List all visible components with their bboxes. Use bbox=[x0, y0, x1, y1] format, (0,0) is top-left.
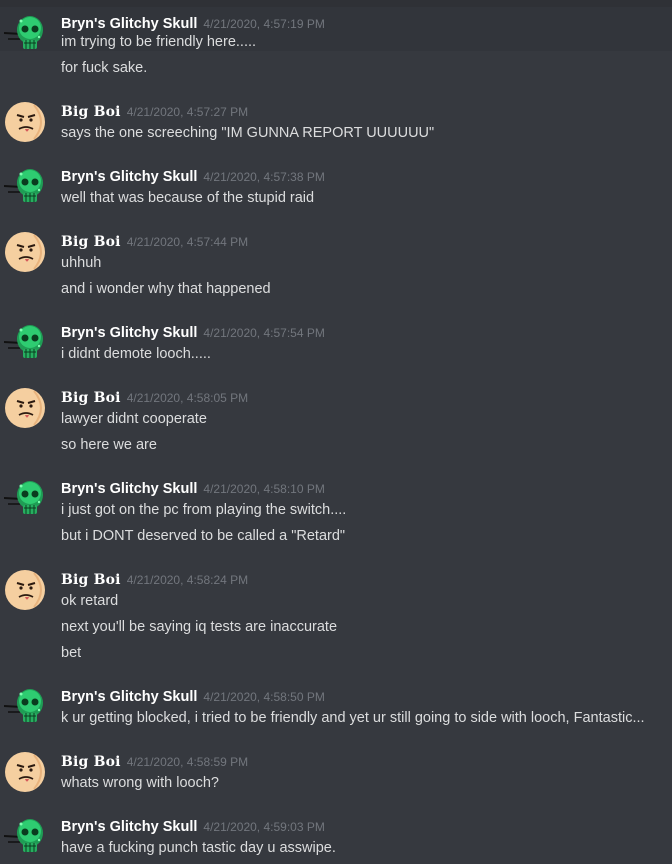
cartoon-face-avatar-icon[interactable] bbox=[4, 231, 46, 273]
message-text: im trying to be friendly here..... bbox=[61, 34, 257, 50]
cartoon-face-avatar-icon[interactable] bbox=[4, 387, 46, 429]
author-name[interactable]: Big Boi bbox=[61, 754, 121, 770]
author-name[interactable]: Bryn's Glitchy Skull bbox=[61, 325, 197, 341]
green-skull-avatar-icon[interactable] bbox=[4, 13, 46, 55]
message-text: so here we are bbox=[61, 437, 157, 453]
message-header: Big Boi 4/21/2020, 4:58:24 PM bbox=[61, 569, 248, 589]
message-header: Big Boi 4/21/2020, 4:58:59 PM bbox=[61, 751, 248, 771]
message-text: next you'll be saying iq tests are inacc… bbox=[61, 619, 338, 635]
message-header: Big Boi 4/21/2020, 4:58:05 PM bbox=[61, 387, 248, 407]
timestamp: 4/21/2020, 4:58:10 PM bbox=[203, 482, 325, 496]
message-text: and i wonder why that happened bbox=[61, 281, 271, 297]
message-text: k ur getting blocked, i tried to be frie… bbox=[61, 710, 645, 726]
message-header: Bryn's Glitchy Skull 4/21/2020, 4:58:50 P… bbox=[61, 686, 325, 706]
message-header: Bryn's Glitchy Skull 4/21/2020, 4:59:03 P… bbox=[61, 816, 325, 836]
cartoon-face-avatar-icon[interactable] bbox=[4, 101, 46, 143]
author-name[interactable]: Bryn's Glitchy Skull bbox=[61, 169, 197, 185]
green-skull-avatar-icon[interactable] bbox=[4, 322, 46, 364]
green-skull-avatar-icon[interactable] bbox=[4, 686, 46, 728]
message-text: i just got on the pc from playing the sw… bbox=[61, 502, 347, 518]
cartoon-face-avatar-icon[interactable] bbox=[4, 751, 46, 793]
author-name[interactable]: Big Boi bbox=[61, 234, 121, 250]
message-text: well that was because of the stupid raid bbox=[61, 190, 315, 206]
timestamp: 4/21/2020, 4:58:59 PM bbox=[126, 755, 249, 769]
timestamp: 4/21/2020, 4:59:03 PM bbox=[203, 820, 325, 834]
author-name[interactable]: Bryn's Glitchy Skull bbox=[61, 689, 197, 705]
message-text: i didnt demote looch..... bbox=[61, 346, 211, 362]
cartoon-face-avatar-icon[interactable] bbox=[4, 569, 46, 611]
message-text: whats wrong with looch? bbox=[61, 775, 219, 791]
message-header: Bryn's Glitchy Skull 4/21/2020, 4:57:38 P… bbox=[61, 166, 325, 186]
author-name[interactable]: Big Boi bbox=[61, 390, 121, 406]
author-name[interactable]: Bryn's Glitchy Skull bbox=[61, 16, 197, 32]
green-skull-avatar-icon[interactable] bbox=[4, 816, 46, 858]
message-header: Bryn's Glitchy Skull 4/21/2020, 4:58:10 P… bbox=[61, 478, 325, 498]
message-text: uhhuh bbox=[61, 255, 102, 271]
message-text: says the one screeching "IM GUNNA REPORT… bbox=[61, 125, 435, 141]
author-name[interactable]: Bryn's Glitchy Skull bbox=[61, 481, 197, 497]
timestamp: 4/21/2020, 4:57:27 PM bbox=[126, 105, 249, 119]
timestamp: 4/21/2020, 4:58:24 PM bbox=[126, 573, 249, 587]
author-name[interactable]: Big Boi bbox=[61, 572, 121, 588]
timestamp: 4/21/2020, 4:57:44 PM bbox=[126, 235, 249, 249]
message-text: but i DONT deserved to be called a "Reta… bbox=[61, 528, 346, 544]
message-header: Bryn's Glitchy Skull 4/21/2020, 4:57:54 P… bbox=[61, 322, 325, 342]
message-text: ok retard bbox=[61, 593, 119, 609]
author-name[interactable]: Big Boi bbox=[61, 104, 121, 120]
message-text: for fuck sake. bbox=[61, 60, 148, 76]
timestamp: 4/21/2020, 4:58:05 PM bbox=[126, 391, 249, 405]
author-name[interactable]: Bryn's Glitchy Skull bbox=[61, 819, 197, 835]
timestamp: 4/21/2020, 4:57:19 PM bbox=[203, 17, 325, 31]
message-header: Bryn's Glitchy Skull 4/21/2020, 4:57:19 P… bbox=[61, 13, 325, 33]
timestamp: 4/21/2020, 4:57:54 PM bbox=[203, 326, 325, 340]
timestamp: 4/21/2020, 4:58:50 PM bbox=[203, 690, 325, 704]
message-header: Big Boi 4/21/2020, 4:57:27 PM bbox=[61, 101, 248, 121]
message-text: bet bbox=[61, 645, 82, 661]
message-text: lawyer didnt cooperate bbox=[61, 411, 207, 427]
green-skull-avatar-icon[interactable] bbox=[4, 166, 46, 208]
green-skull-avatar-icon[interactable] bbox=[4, 478, 46, 520]
timestamp: 4/21/2020, 4:57:38 PM bbox=[203, 170, 325, 184]
message-text: have a fucking punch tastic day u asswip… bbox=[61, 840, 336, 856]
message-header: Big Boi 4/21/2020, 4:57:44 PM bbox=[61, 231, 248, 251]
